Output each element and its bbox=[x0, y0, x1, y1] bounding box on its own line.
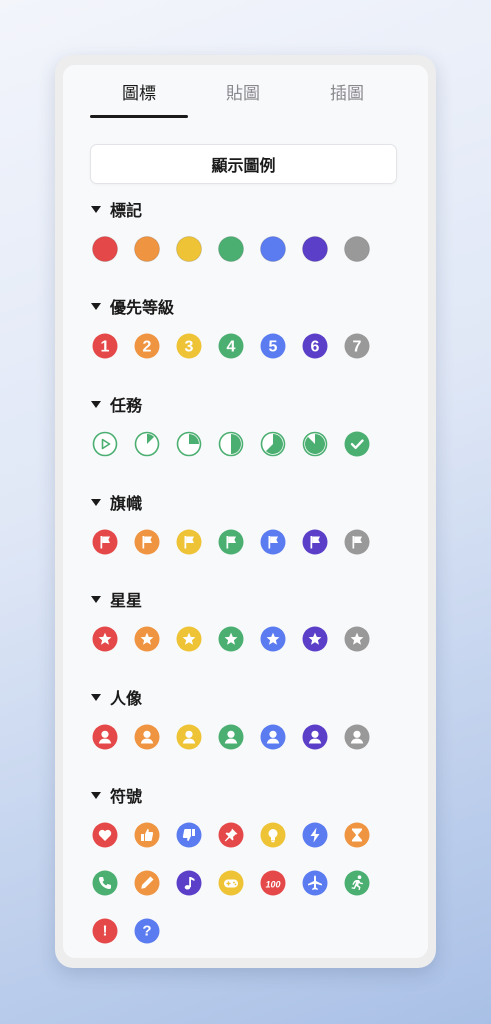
section-title-6[interactable]: 人像 bbox=[91, 685, 142, 709]
collapse-triangle-icon bbox=[91, 595, 101, 603]
svg-text:?: ? bbox=[142, 923, 151, 940]
svg-text:6: 6 bbox=[311, 339, 320, 356]
thumbs-up-icon[interactable] bbox=[134, 822, 160, 848]
blue-dot-icon[interactable] bbox=[260, 236, 286, 262]
icon-picker-content: 圖標 貼圖 插圖 顯示圖例 標記優先等級 1 2 3 4 5 6 7 任務旗幟星星人像符號 100… bbox=[63, 65, 428, 958]
yellow-dot-icon[interactable] bbox=[176, 236, 202, 262]
priority-1-icon[interactable]: 1 bbox=[92, 333, 118, 359]
pin-icon[interactable] bbox=[218, 822, 244, 848]
music-note-icon[interactable] bbox=[176, 870, 202, 896]
yellow-star-icon[interactable] bbox=[176, 626, 202, 652]
red-flag-icon[interactable] bbox=[92, 529, 118, 555]
orange-dot-icon[interactable] bbox=[134, 236, 160, 262]
yellow-person-icon[interactable] bbox=[176, 724, 202, 750]
red-dot-icon[interactable] bbox=[92, 236, 118, 262]
section-label: 人像 bbox=[110, 691, 143, 708]
purple-person-icon[interactable] bbox=[302, 724, 328, 750]
lightbulb-icon[interactable] bbox=[260, 822, 286, 848]
task-progress-62-icon[interactable] bbox=[260, 431, 286, 457]
task-progress-50-icon[interactable] bbox=[218, 431, 244, 457]
purple-dot-icon[interactable] bbox=[302, 236, 328, 262]
section-title-3[interactable]: 任務 bbox=[91, 392, 142, 416]
tab-stickers[interactable]: 貼圖 bbox=[194, 79, 292, 104]
purple-flag-icon[interactable] bbox=[302, 529, 328, 555]
purple-star-icon[interactable] bbox=[302, 626, 328, 652]
green-person-icon[interactable] bbox=[218, 724, 244, 750]
svg-text:4: 4 bbox=[227, 339, 236, 356]
gray-flag-icon[interactable] bbox=[344, 529, 370, 555]
gray-dot-icon[interactable] bbox=[344, 236, 370, 262]
priority-6-icon[interactable]: 6 bbox=[302, 333, 328, 359]
hundred-icon[interactable]: 100 bbox=[260, 870, 286, 896]
collapse-triangle-icon bbox=[91, 400, 101, 408]
collapse-triangle-icon bbox=[91, 302, 101, 310]
section-label: 標記 bbox=[110, 203, 143, 220]
task-progress-87-icon[interactable] bbox=[302, 431, 328, 457]
priority-3-icon[interactable]: 3 bbox=[176, 333, 202, 359]
airplane-icon[interactable] bbox=[302, 870, 328, 896]
section-label: 優先等級 bbox=[110, 300, 175, 317]
tab-illustrations[interactable]: 插圖 bbox=[298, 79, 396, 104]
svg-text:1: 1 bbox=[101, 339, 110, 356]
collapse-triangle-icon bbox=[91, 693, 101, 701]
lightning-icon[interactable] bbox=[302, 822, 328, 848]
gamepad-icon[interactable] bbox=[218, 870, 244, 896]
active-tab-indicator bbox=[90, 115, 188, 118]
phone-icon[interactable] bbox=[92, 870, 118, 896]
gray-person-icon[interactable] bbox=[344, 724, 370, 750]
gray-star-icon[interactable] bbox=[344, 626, 370, 652]
hourglass-icon[interactable] bbox=[344, 822, 370, 848]
section-label: 任務 bbox=[110, 398, 143, 415]
green-flag-icon[interactable] bbox=[218, 529, 244, 555]
heart-icon[interactable] bbox=[92, 822, 118, 848]
icon-picker-panel: 圖標 貼圖 插圖 顯示圖例 標記優先等級 1 2 3 4 5 6 7 任務旗幟星星人像符號 100… bbox=[55, 55, 436, 968]
red-person-icon[interactable] bbox=[92, 724, 118, 750]
green-star-icon[interactable] bbox=[218, 626, 244, 652]
collapse-triangle-icon bbox=[91, 791, 101, 799]
priority-7-icon[interactable]: 7 bbox=[344, 333, 370, 359]
collapse-triangle-icon bbox=[91, 498, 101, 506]
blue-star-icon[interactable] bbox=[260, 626, 286, 652]
show-legend-button[interactable]: 顯示圖例 bbox=[90, 144, 397, 184]
orange-star-icon[interactable] bbox=[134, 626, 160, 652]
tab-bar: 圖標 貼圖 插圖 bbox=[63, 65, 428, 123]
section-label: 符號 bbox=[110, 789, 143, 806]
section-title-1[interactable]: 標記 bbox=[91, 197, 142, 221]
section-label: 星星 bbox=[110, 593, 143, 610]
task-done-icon[interactable] bbox=[344, 431, 370, 457]
svg-text:7: 7 bbox=[353, 339, 362, 356]
orange-flag-icon[interactable] bbox=[134, 529, 160, 555]
blue-flag-icon[interactable] bbox=[260, 529, 286, 555]
section-title-7[interactable]: 符號 bbox=[91, 783, 142, 807]
red-star-icon[interactable] bbox=[92, 626, 118, 652]
priority-4-icon[interactable]: 4 bbox=[218, 333, 244, 359]
yellow-flag-icon[interactable] bbox=[176, 529, 202, 555]
priority-2-icon[interactable]: 2 bbox=[134, 333, 160, 359]
section-label: 旗幟 bbox=[110, 496, 143, 513]
thumbs-down-icon[interactable] bbox=[176, 822, 202, 848]
task-progress-25-icon[interactable] bbox=[176, 431, 202, 457]
svg-text:3: 3 bbox=[185, 339, 194, 356]
section-title-4[interactable]: 旗幟 bbox=[91, 490, 142, 514]
orange-person-icon[interactable] bbox=[134, 724, 160, 750]
tab-icons[interactable]: 圖標 bbox=[90, 79, 188, 104]
task-start-icon[interactable] bbox=[92, 431, 118, 457]
svg-text:5: 5 bbox=[269, 339, 278, 356]
svg-text:!: ! bbox=[103, 923, 108, 940]
svg-text:100: 100 bbox=[265, 880, 280, 890]
collapse-triangle-icon bbox=[91, 205, 101, 213]
blue-person-icon[interactable] bbox=[260, 724, 286, 750]
priority-5-icon[interactable]: 5 bbox=[260, 333, 286, 359]
svg-text:2: 2 bbox=[143, 339, 152, 356]
section-title-5[interactable]: 星星 bbox=[91, 587, 142, 611]
pencil-icon[interactable] bbox=[134, 870, 160, 896]
green-dot-icon[interactable] bbox=[218, 236, 244, 262]
running-icon[interactable] bbox=[344, 870, 370, 896]
section-title-2[interactable]: 優先等級 bbox=[91, 294, 174, 318]
exclamation-icon[interactable]: ! bbox=[92, 918, 118, 944]
question-icon[interactable]: ? bbox=[134, 918, 160, 944]
task-progress-12-icon[interactable] bbox=[134, 431, 160, 457]
